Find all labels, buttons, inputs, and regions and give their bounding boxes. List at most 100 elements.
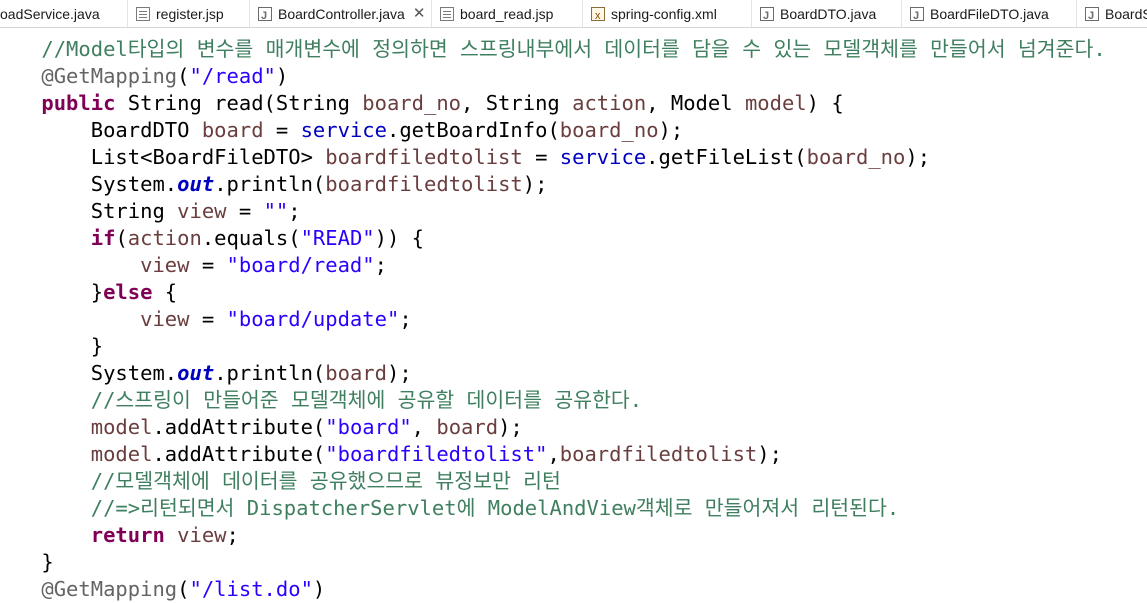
code-token: );	[658, 118, 684, 142]
code-token: )	[275, 64, 289, 88]
code-token: boardfiledtolist	[325, 145, 523, 169]
code-token: );	[757, 442, 782, 466]
code-line: view = "board/read";	[0, 252, 387, 279]
editor-tab[interactable]: BoardDTO.java	[752, 0, 902, 27]
code-token: ,	[411, 415, 437, 439]
code-token: "board/update"	[226, 307, 400, 331]
code-line: @GetMapping("/list.do")	[0, 576, 325, 603]
code-token: , String	[461, 91, 573, 115]
editor-tab-label: BoardFileDTO.java	[930, 5, 1049, 22]
editor-tab[interactable]: spring-config.xml	[583, 0, 752, 27]
code-line: return view;	[0, 522, 239, 549]
code-token: =	[189, 307, 227, 331]
editor-tab[interactable]: board_read.jsp	[432, 0, 583, 27]
code-token: ;	[374, 253, 387, 277]
code-token: );	[387, 361, 412, 385]
code-token: board	[325, 361, 387, 385]
code-token: "boardfiledtolist"	[325, 442, 548, 466]
java-file-icon	[760, 3, 774, 27]
editor-tab[interactable]: BoardController.java ✕	[250, 0, 432, 27]
code-token: String	[90, 199, 178, 223]
code-line: @GetMapping("/read")	[0, 63, 288, 90]
jsp-file-icon	[440, 6, 454, 21]
editor-tab-label: BoardDTO.java	[780, 5, 877, 22]
code-token: view	[177, 523, 227, 547]
code-token: .getBoardInfo(	[387, 118, 560, 142]
code-token: else	[103, 280, 153, 304]
code-token: board_no	[806, 145, 906, 169]
code-token: "/read"	[189, 64, 276, 88]
code-token: @GetMapping	[41, 64, 178, 88]
code-token: board	[201, 118, 264, 142]
code-line: }	[0, 549, 54, 576]
code-token: "/list.do"	[189, 577, 313, 601]
code-token: .println(	[214, 361, 326, 385]
editor-tab[interactable]: register.jsp	[128, 0, 250, 27]
code-token: System.	[90, 361, 178, 385]
code-token: //모델객체에 데이터를 공유했으므로 뷰정보만 리턴	[90, 469, 561, 493]
code-token: view	[140, 253, 190, 277]
code-token: board_no	[362, 91, 462, 115]
code-token: )	[312, 577, 326, 601]
code-line: if(action.equals("READ")) {	[0, 225, 424, 252]
code-line: String view = "";	[0, 198, 301, 225]
code-line: view = "board/update";	[0, 306, 412, 333]
code-token: boardfiledtolist	[559, 442, 758, 466]
code-token: "board/read"	[226, 253, 375, 277]
code-token: String read(String	[115, 91, 363, 115]
code-token: BoardDTO	[90, 118, 202, 142]
code-token: @GetMapping	[41, 577, 178, 601]
code-token: out	[177, 361, 215, 385]
editor-tab[interactable]: oadService.java	[0, 0, 128, 27]
code-token: //=>리턴되면서 DispatcherServlet에 ModelAndVie…	[90, 496, 900, 520]
code-token: );	[522, 172, 548, 196]
code-line: //Model타입의 변수를 매개변수에 정의하면 스프링내부에서 데이터를 담…	[0, 36, 1105, 63]
code-token: public	[41, 91, 116, 115]
code-line: System.out.println(board);	[0, 360, 412, 387]
editor-tab[interactable]: BoardS	[1077, 0, 1147, 27]
java-file-icon	[258, 3, 272, 27]
code-token: (	[177, 64, 190, 88]
jsp-file-icon	[136, 6, 150, 21]
code-token: ;	[399, 307, 412, 331]
code-token: );	[498, 415, 523, 439]
code-token: action	[572, 91, 647, 115]
editor-tab[interactable]: BoardFileDTO.java	[902, 0, 1077, 27]
code-token: .addAttribute(	[152, 442, 326, 466]
code-line: BoardDTO board = service.getBoardInfo(bo…	[0, 117, 683, 144]
code-editor[interactable]: //Model타입의 변수를 매개변수에 정의하면 스프링내부에서 데이터를 담…	[0, 27, 1147, 601]
code-token: }	[90, 280, 104, 304]
xml-file-icon	[591, 3, 605, 27]
code-token: {	[152, 280, 178, 304]
code-line: }else {	[0, 279, 177, 306]
code-line: }	[0, 333, 103, 360]
editor-tab-label: board_read.jsp	[460, 5, 554, 22]
code-token: ""	[263, 199, 289, 223]
editor-tab-label: spring-config.xml	[611, 5, 717, 22]
code-token: "board"	[325, 415, 412, 439]
code-line: List<BoardFileDTO> boardfiledtolist = se…	[0, 144, 930, 171]
editor-tab-label: BoardController.java	[278, 5, 405, 22]
code-token: , Model	[646, 91, 745, 115]
code-token: =	[226, 199, 264, 223]
editor-tab-bar: oadService.java register.jsp BoardControll…	[0, 0, 1147, 28]
code-token: }	[41, 550, 54, 574]
close-tab-icon[interactable]: ✕	[413, 1, 426, 27]
code-token: action	[127, 226, 202, 250]
code-line: model.addAttribute("boardfiledtolist",bo…	[0, 441, 782, 468]
code-token: service	[559, 145, 647, 169]
code-token: view	[177, 199, 227, 223]
